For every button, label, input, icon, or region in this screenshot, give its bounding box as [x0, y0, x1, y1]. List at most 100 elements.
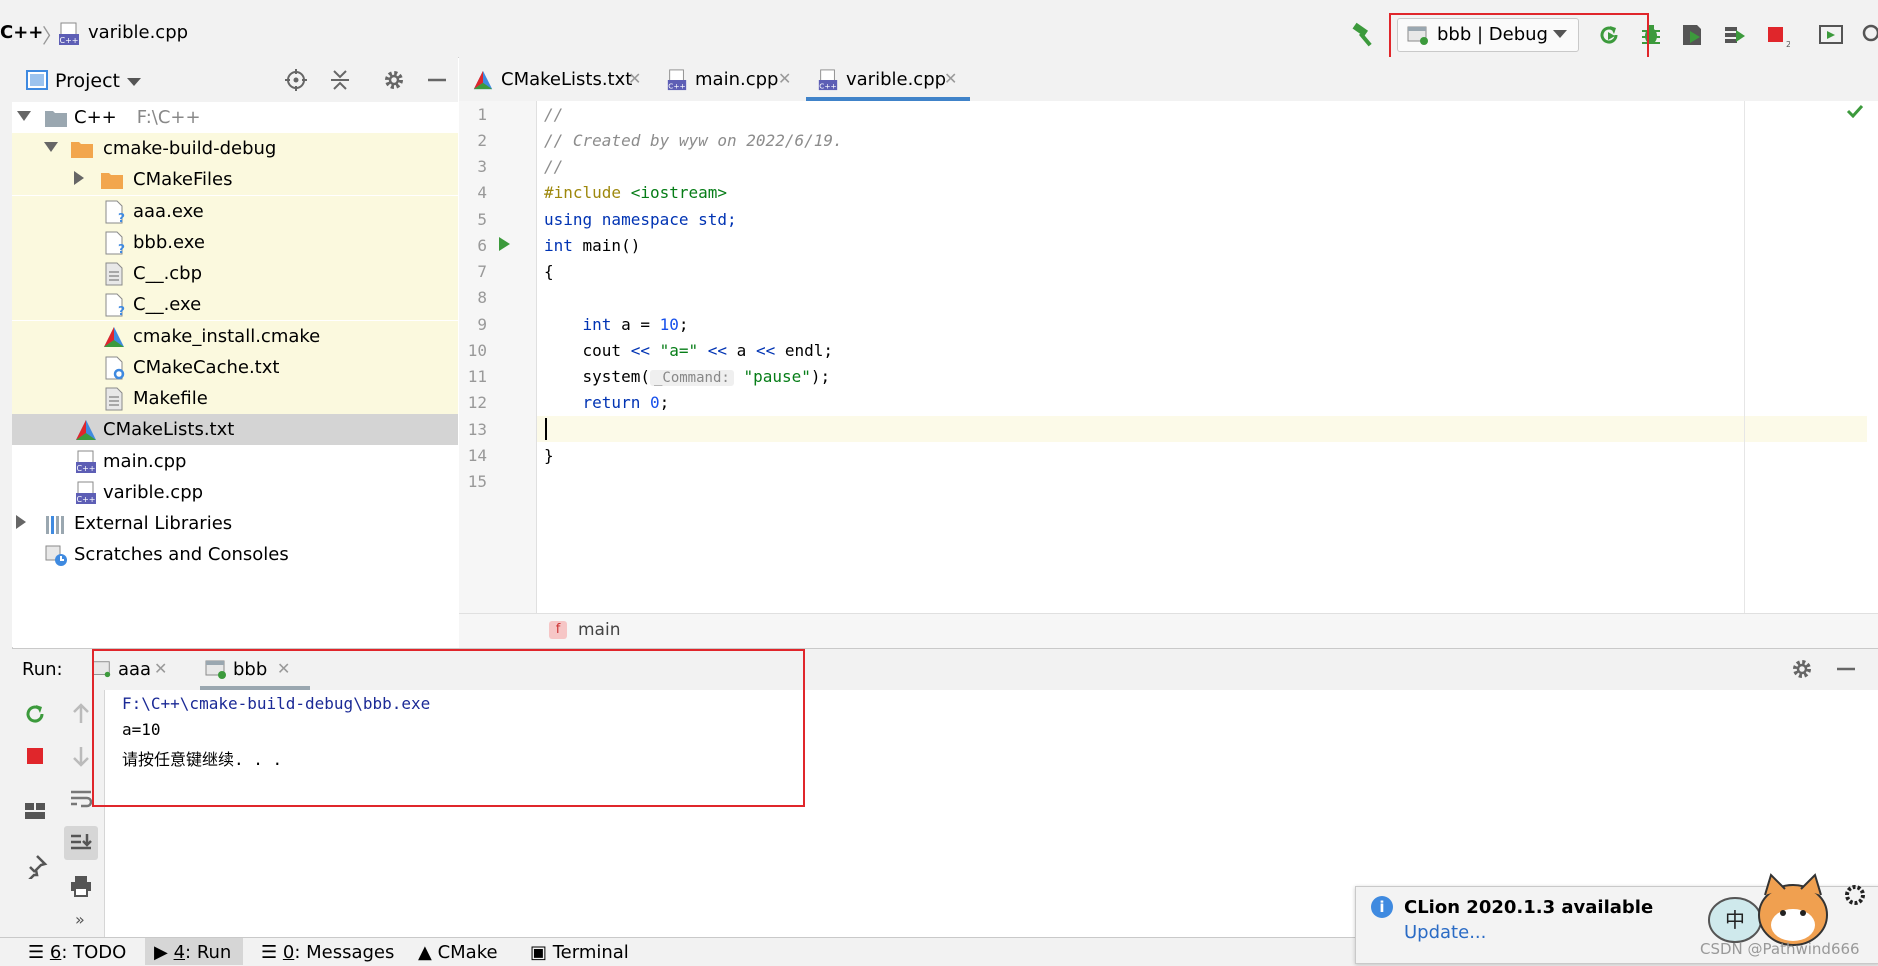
- coverage-icon[interactable]: [1680, 22, 1706, 48]
- cmake-tool-button[interactable]: ▲ CMake: [418, 942, 498, 963]
- close-icon[interactable]: ✕: [628, 69, 641, 88]
- locate-file-icon[interactable]: [284, 68, 308, 92]
- line-number: 5: [477, 210, 487, 229]
- collapse-all-icon[interactable]: [328, 68, 352, 92]
- line-number: 8: [477, 288, 487, 307]
- line-number: 4: [477, 183, 487, 202]
- svg-text:中: 中: [1725, 908, 1745, 932]
- tab-cmakelists[interactable]: CMakeLists.txt ✕: [470, 57, 648, 101]
- line-number: 15: [467, 472, 487, 491]
- messages-icon: ☰: [261, 942, 283, 963]
- tree-item-root[interactable]: C++ F:\C++: [12, 102, 458, 133]
- console-highlight-box: [92, 649, 805, 807]
- tree-item-main-cpp[interactable]: C++ main.cpp: [12, 446, 458, 477]
- stop-icon[interactable]: 2: [1764, 22, 1790, 48]
- more-icon[interactable]: »: [75, 910, 85, 929]
- close-icon[interactable]: ✕: [778, 69, 791, 88]
- up-arrow-icon[interactable]: [68, 701, 94, 727]
- minimize-icon[interactable]: [425, 68, 449, 92]
- hammer-build-icon[interactable]: [1350, 22, 1378, 48]
- todo-tool-button[interactable]: ☰ 6: TODO: [28, 942, 126, 963]
- tree-item-scratches[interactable]: Scratches and Consoles: [12, 539, 458, 570]
- run-tool-button[interactable]: ▶ 4: Run: [154, 942, 231, 963]
- scroll-to-end-icon: [71, 834, 92, 850]
- layout-icon[interactable]: [22, 798, 48, 824]
- line-number: 6: [477, 236, 487, 255]
- run-anything-icon[interactable]: [1818, 22, 1844, 48]
- line-number: 9: [477, 315, 487, 334]
- code-line-6: int main(): [544, 236, 641, 255]
- line-number: 1: [477, 105, 487, 124]
- close-icon[interactable]: ✕: [944, 69, 957, 88]
- cmake-icon: [76, 420, 96, 440]
- project-panel-title[interactable]: Project: [55, 70, 120, 92]
- tree-item-cmakefiles[interactable]: CMakeFiles: [12, 164, 458, 195]
- tree-item-c-exe[interactable]: ? C__.exe: [12, 289, 458, 320]
- tree-item-aaa-exe[interactable]: ? aaa.exe: [12, 196, 458, 227]
- code-line-12: return 0;: [544, 393, 670, 412]
- cpp-file-icon: C++: [76, 481, 96, 504]
- cmake-icon: ▲: [418, 942, 438, 963]
- terminal-tool-button[interactable]: ▣ Terminal: [530, 942, 629, 963]
- soft-wrap-icon[interactable]: [68, 786, 94, 812]
- tree-item-label: CMakeLists.txt: [103, 419, 235, 440]
- folder-icon: [71, 142, 93, 158]
- right-margin-guide: [1744, 101, 1745, 613]
- profiler-icon[interactable]: [1722, 22, 1748, 48]
- breadcrumb-file[interactable]: varible.cpp: [88, 22, 188, 43]
- tree-item-label: C++: [74, 107, 117, 128]
- text-caret: [545, 418, 547, 440]
- pin-icon[interactable]: [22, 853, 48, 879]
- tab-main-cpp[interactable]: C++ main.cpp ✕: [664, 57, 798, 101]
- line-number: 14: [467, 446, 487, 465]
- tree-item-cmake-build-debug[interactable]: cmake-build-debug: [12, 133, 458, 164]
- cmake-icon: [104, 327, 124, 347]
- tree-item-label: C__.exe: [133, 294, 202, 315]
- chevron-right-icon[interactable]: [16, 515, 26, 529]
- tree-item-bbb-exe[interactable]: ? bbb.exe: [12, 227, 458, 258]
- update-link[interactable]: Update...: [1404, 922, 1486, 943]
- tab-varible-cpp[interactable]: C++ varible.cpp ✕: [815, 57, 970, 101]
- breadcrumb-function[interactable]: main: [578, 620, 620, 640]
- tree-item-varible-cpp[interactable]: C++ varible.cpp: [12, 477, 458, 508]
- list-icon: ☰: [28, 942, 50, 963]
- svg-text:C++: C++: [668, 81, 685, 90]
- cpp-file-icon: C++: [667, 69, 687, 90]
- down-arrow-icon[interactable]: [68, 743, 94, 769]
- gear-icon[interactable]: [1790, 657, 1814, 681]
- chevron-down-icon[interactable]: [44, 142, 58, 152]
- unknown-file-icon: ?: [105, 293, 125, 317]
- messages-shortcut: 0: [282, 942, 295, 963]
- tree-item-cmakecache[interactable]: CMakeCache.txt: [12, 352, 458, 383]
- code-line-9: int a = 10;: [544, 315, 689, 334]
- rerun-icon[interactable]: [22, 701, 48, 727]
- tree-item-cmakelists[interactable]: CMakeLists.txt: [12, 414, 458, 445]
- tree-item-c-cbp[interactable]: C__.cbp: [12, 258, 458, 289]
- line-number: 10: [467, 341, 487, 360]
- tree-item-label: cmake-build-debug: [103, 138, 277, 159]
- tree-item-makefile[interactable]: Makefile: [12, 383, 458, 414]
- function-icon: f: [549, 621, 567, 639]
- parameter-hint: _Command:: [649, 370, 734, 386]
- minimize-icon[interactable]: [1834, 657, 1858, 681]
- chevron-down-icon[interactable]: [17, 111, 31, 121]
- stop-icon[interactable]: [22, 743, 48, 769]
- print-icon[interactable]: [68, 873, 94, 899]
- chevron-down-icon[interactable]: [127, 78, 141, 86]
- tab-label: CMakeLists.txt: [501, 69, 633, 90]
- tree-item-label: aaa.exe: [133, 201, 204, 222]
- cpp-file-icon: C++: [59, 22, 79, 45]
- gear-icon[interactable]: [382, 68, 406, 92]
- library-icon: [46, 516, 64, 534]
- run-gutter-icon[interactable]: [499, 237, 510, 251]
- search-icon[interactable]: [1860, 22, 1878, 48]
- svg-text:2: 2: [1786, 40, 1790, 48]
- tree-item-external-libraries[interactable]: External Libraries: [12, 508, 458, 539]
- tree-item-label: CMakeCache.txt: [133, 357, 280, 378]
- terminal-icon: ▣: [530, 942, 553, 963]
- messages-tool-button[interactable]: ☰ 0: Messages: [261, 942, 394, 963]
- tree-item-cmake-install[interactable]: cmake_install.cmake: [12, 321, 458, 352]
- breadcrumb-project[interactable]: C++: [0, 22, 43, 43]
- tree-item-label: Makefile: [133, 388, 208, 409]
- chevron-right-icon[interactable]: [74, 171, 84, 185]
